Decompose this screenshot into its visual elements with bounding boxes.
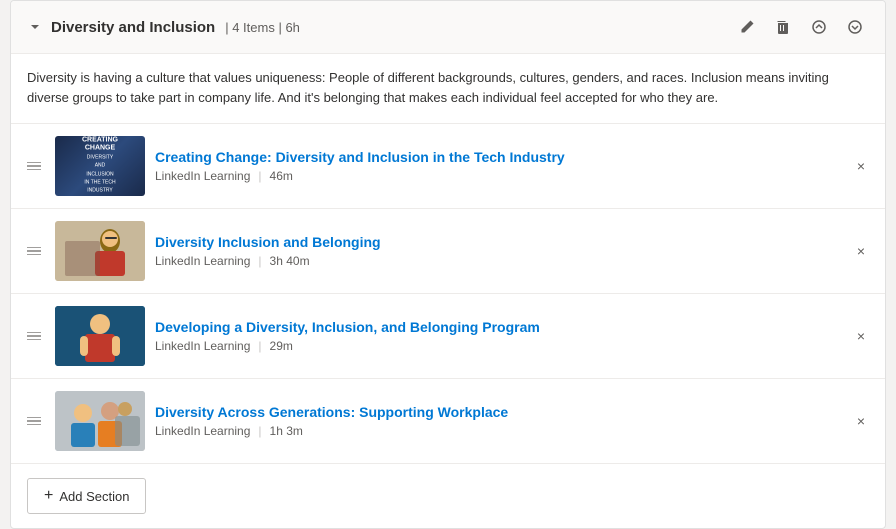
footer: + Add Section: [11, 464, 885, 528]
drag-handle[interactable]: [27, 417, 41, 426]
trash-icon: [775, 19, 791, 35]
course-provider: LinkedIn Learning: [155, 339, 250, 353]
course-duration: 46m: [270, 169, 293, 183]
meta-divider: |: [258, 424, 261, 438]
drag-handle[interactable]: [27, 332, 41, 341]
add-icon: +: [44, 487, 53, 505]
delete-button[interactable]: [769, 13, 797, 41]
course-provider: LinkedIn Learning: [155, 169, 250, 183]
thumbnail-image: [55, 306, 145, 366]
course-info: Diversity Inclusion and Belonging Linked…: [155, 234, 843, 268]
edit-button[interactable]: [733, 13, 761, 41]
thumbnail-image: [55, 391, 145, 451]
course-thumbnail: [55, 221, 145, 281]
course-meta: LinkedIn Learning | 3h 40m: [155, 254, 843, 268]
course-thumbnail: CREATINGCHANGEDIVERSITY AND INCLUSIONIN …: [55, 136, 145, 196]
list-item: Diversity Across Generations: Supporting…: [11, 379, 885, 464]
course-duration: 29m: [270, 339, 293, 353]
thumbnail-image: [55, 221, 145, 281]
thumbnail-label: CREATINGCHANGEDIVERSITY AND INCLUSIONIN …: [78, 137, 123, 196]
course-provider: LinkedIn Learning: [155, 254, 250, 268]
course-thumbnail: [55, 391, 145, 451]
chevron-down-icon: [27, 19, 43, 35]
course-title[interactable]: Creating Change: Diversity and Inclusion…: [155, 149, 843, 165]
add-section-button[interactable]: + Add Section: [27, 478, 146, 514]
course-info: Developing a Diversity, Inclusion, and B…: [155, 319, 843, 353]
remove-course-button[interactable]: ×: [853, 154, 869, 178]
section-header: Diversity and Inclusion | 4 Items | 6h: [11, 1, 885, 54]
section-meta: | 4 Items | 6h: [225, 20, 300, 35]
main-container: Diversity and Inclusion | 4 Items | 6h: [10, 0, 886, 529]
course-meta: LinkedIn Learning | 46m: [155, 169, 843, 183]
section-title: Diversity and Inclusion: [51, 19, 215, 36]
list-item: CREATINGCHANGEDIVERSITY AND INCLUSIONIN …: [11, 124, 885, 209]
course-title[interactable]: Diversity Inclusion and Belonging: [155, 234, 843, 250]
meta-divider: |: [258, 254, 261, 268]
meta-divider: |: [258, 339, 261, 353]
add-section-label: Add Section: [59, 489, 129, 504]
course-title[interactable]: Diversity Across Generations: Supporting…: [155, 404, 843, 420]
course-duration: 1h 3m: [270, 424, 303, 438]
course-title[interactable]: Developing a Diversity, Inclusion, and B…: [155, 319, 843, 335]
move-up-button[interactable]: [805, 13, 833, 41]
list-item: Diversity Inclusion and Belonging Linked…: [11, 209, 885, 294]
course-info: Creating Change: Diversity and Inclusion…: [155, 149, 843, 183]
move-down-icon: [847, 19, 863, 35]
list-item: Developing a Diversity, Inclusion, and B…: [11, 294, 885, 379]
drag-handle[interactable]: [27, 162, 41, 171]
course-list: CREATINGCHANGEDIVERSITY AND INCLUSIONIN …: [11, 124, 885, 464]
section-description: Diversity is having a culture that value…: [11, 54, 885, 124]
move-down-button[interactable]: [841, 13, 869, 41]
meta-divider: |: [258, 169, 261, 183]
course-thumbnail: [55, 306, 145, 366]
course-provider: LinkedIn Learning: [155, 424, 250, 438]
remove-course-button[interactable]: ×: [853, 409, 869, 433]
course-info: Diversity Across Generations: Supporting…: [155, 404, 843, 438]
remove-course-button[interactable]: ×: [853, 324, 869, 348]
edit-icon: [739, 19, 755, 35]
course-duration: 3h 40m: [270, 254, 310, 268]
course-meta: LinkedIn Learning | 1h 3m: [155, 424, 843, 438]
drag-handle[interactable]: [27, 247, 41, 256]
course-meta: LinkedIn Learning | 29m: [155, 339, 843, 353]
remove-course-button[interactable]: ×: [853, 239, 869, 263]
move-up-icon: [811, 19, 827, 35]
header-actions: [733, 13, 869, 41]
